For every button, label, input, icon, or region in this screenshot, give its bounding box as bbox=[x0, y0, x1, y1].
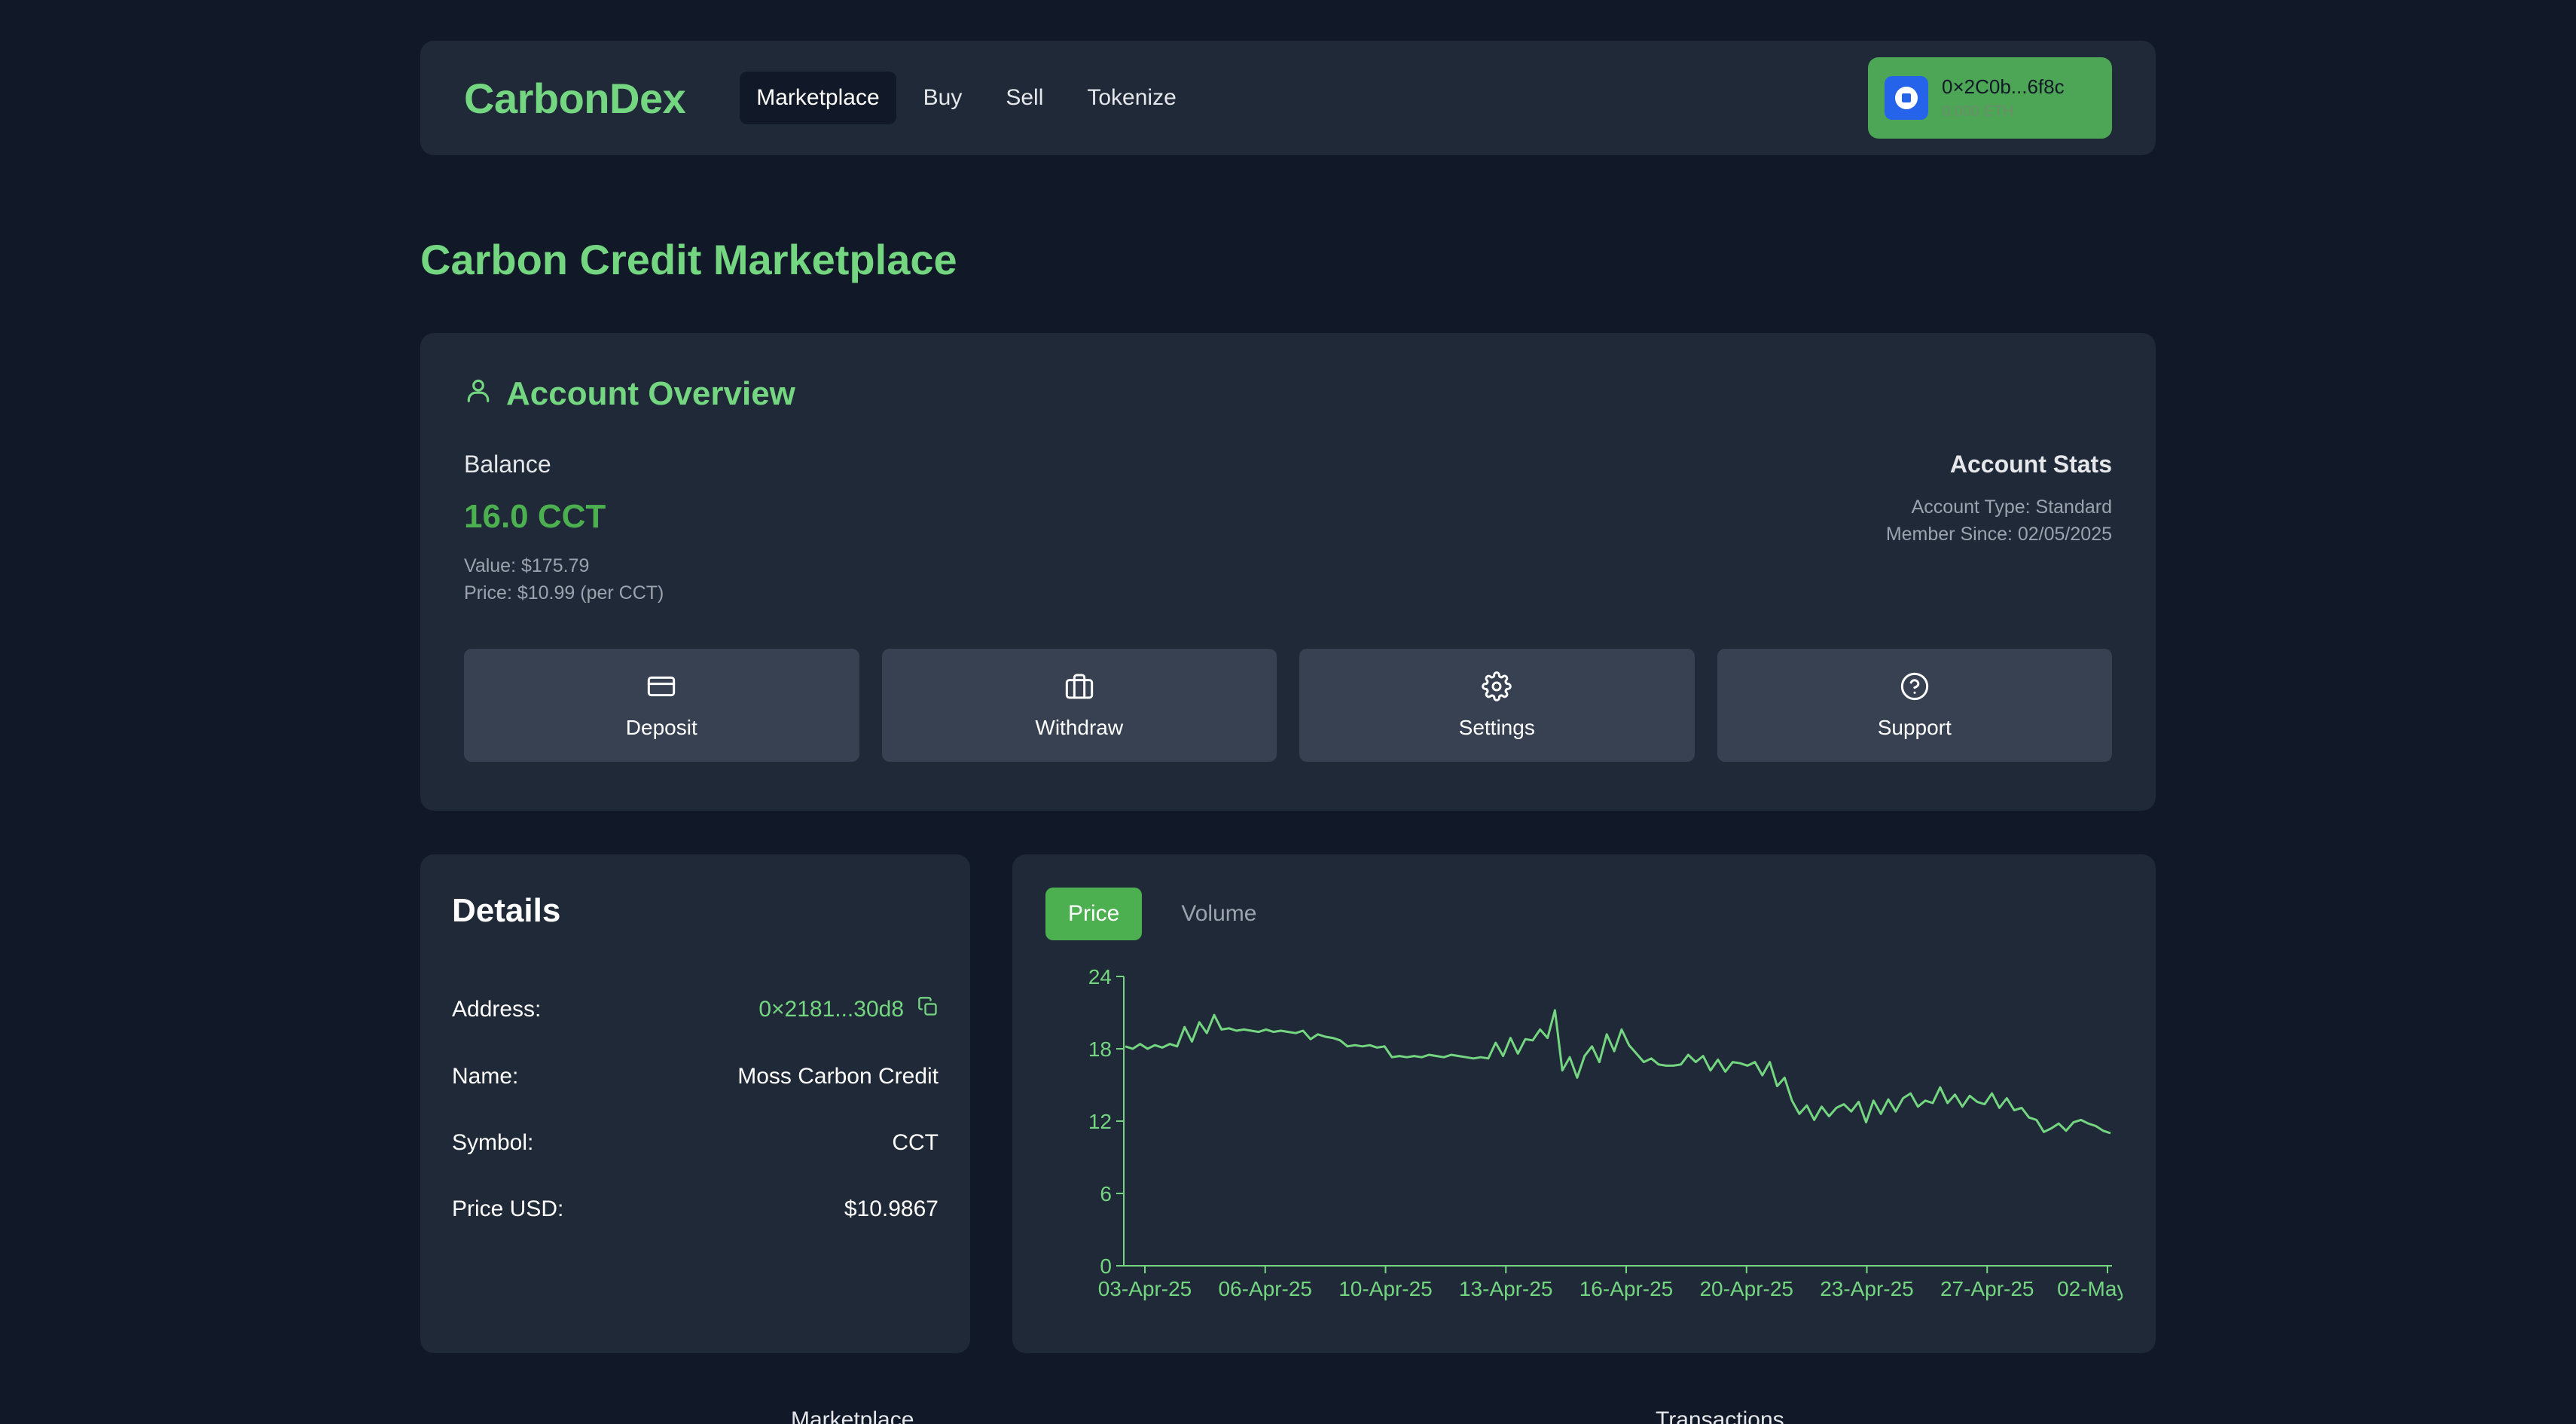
x-tick-label: 27-Apr-25 bbox=[1940, 1277, 2034, 1300]
price-line-chart: 0 6 12 18 24 03-Apr-25 06-Apr-25 10-Apr-25 13-Ap… bbox=[1088, 966, 2123, 1300]
balance-label: Balance bbox=[464, 451, 551, 478]
token-price: Price: $10.99 (per CCT) bbox=[464, 582, 664, 604]
support-label: Support bbox=[1877, 715, 1952, 739]
withdraw-label: Withdraw bbox=[1035, 715, 1124, 739]
balance-value: 16.0 CCT bbox=[464, 498, 606, 535]
y-tick-label: 18 bbox=[1088, 1037, 1112, 1061]
withdraw-button[interactable]: Withdraw bbox=[881, 649, 1277, 762]
settings-label: Settings bbox=[1458, 715, 1535, 739]
page-title: Carbon Credit Marketplace bbox=[420, 236, 957, 283]
account-actions: Deposit Withdraw Settings Support bbox=[464, 649, 2112, 762]
account-overview-card: Account Overview Balance 16.0 CCT Value:… bbox=[420, 333, 2156, 811]
deposit-label: Deposit bbox=[625, 715, 697, 739]
detail-label: Symbol: bbox=[452, 1130, 534, 1155]
x-tick-label: 13-Apr-25 bbox=[1459, 1277, 1553, 1300]
detail-row-address: Address: 0×2181...30d8 bbox=[452, 996, 939, 1023]
detail-row-symbol: Symbol: CCT bbox=[452, 1130, 939, 1156]
x-tick-label: 23-Apr-25 bbox=[1820, 1277, 1914, 1300]
y-tick-label: 24 bbox=[1088, 966, 1112, 989]
app-logo[interactable]: CarbonDex bbox=[464, 74, 686, 123]
tab-volume[interactable]: Volume bbox=[1158, 888, 1279, 940]
copy-icon[interactable] bbox=[917, 996, 939, 1023]
details-title: Details bbox=[452, 892, 561, 929]
wallet-icon bbox=[1885, 76, 1928, 120]
top-navbar: CarbonDex Marketplace Buy Sell Tokenize … bbox=[420, 41, 2156, 155]
detail-value: Moss Carbon Credit bbox=[737, 1064, 939, 1089]
help-circle-icon bbox=[1900, 671, 1930, 705]
support-button[interactable]: Support bbox=[1717, 649, 2112, 762]
x-tick-label: 02-May-25 bbox=[2057, 1277, 2123, 1300]
nav-tokenize[interactable]: Tokenize bbox=[1070, 72, 1192, 124]
nav-sell[interactable]: Sell bbox=[989, 72, 1060, 124]
wallet-info: 0×2C0b...6f8c 0.000 ETH bbox=[1942, 75, 2065, 121]
detail-label: Address: bbox=[452, 997, 542, 1022]
token-details-card: Details Address: 0×2181...30d8 Name: Mos… bbox=[420, 854, 970, 1353]
member-since: Member Since: 02/05/2025 bbox=[1885, 524, 2112, 545]
contract-address: 0×2181...30d8 bbox=[758, 997, 904, 1022]
detail-row-name: Name: Moss Carbon Credit bbox=[452, 1064, 939, 1089]
account-stats-section: Account Stats Account Type: Standard Mem… bbox=[1886, 451, 2112, 607]
balance-usd-value: Value: $175.79 bbox=[464, 555, 590, 576]
account-overview-title: Account Overview bbox=[506, 375, 795, 412]
detail-value: $10.9867 bbox=[844, 1196, 939, 1221]
main-nav: Marketplace Buy Sell Tokenize bbox=[740, 72, 1193, 124]
account-stats-label: Account Stats bbox=[1949, 451, 2112, 478]
detail-label: Price USD: bbox=[452, 1196, 564, 1221]
briefcase-icon bbox=[1064, 671, 1094, 705]
x-tick-label: 06-Apr-25 bbox=[1218, 1277, 1312, 1300]
settings-button[interactable]: Settings bbox=[1299, 649, 1695, 762]
x-tick-label: 20-Apr-25 bbox=[1699, 1277, 1793, 1300]
y-tick-label: 12 bbox=[1088, 1110, 1112, 1133]
wallet-address: 0×2C0b...6f8c bbox=[1942, 75, 2065, 98]
detail-label: Name: bbox=[452, 1064, 519, 1089]
x-tick-label: 16-Apr-25 bbox=[1579, 1277, 1674, 1300]
credit-card-icon bbox=[646, 671, 676, 705]
nav-buy[interactable]: Buy bbox=[907, 72, 979, 124]
chart-tabs: Price Volume bbox=[1045, 888, 2123, 940]
x-tick-label: 03-Apr-25 bbox=[1098, 1277, 1192, 1300]
nav-marketplace[interactable]: Marketplace bbox=[740, 72, 896, 124]
wallet-button[interactable]: 0×2C0b...6f8c 0.000 ETH bbox=[1868, 57, 2112, 139]
price-series-line bbox=[1125, 1009, 2111, 1135]
price-chart-card: Price Volume 0 6 12 18 24 03-Apr-25 06-Apr-25 1… bbox=[1012, 854, 2156, 1353]
account-type: Account Type: Standard bbox=[1911, 497, 2112, 518]
user-icon bbox=[464, 375, 493, 413]
section-heading-marketplace: Marketplace bbox=[791, 1407, 914, 1424]
x-tick-label: 10-Apr-25 bbox=[1338, 1277, 1433, 1300]
deposit-button[interactable]: Deposit bbox=[464, 649, 859, 762]
y-tick-label: 0 bbox=[1100, 1254, 1112, 1278]
wallet-balance: 0.000 ETH bbox=[1942, 103, 2014, 120]
detail-value: CCT bbox=[892, 1130, 939, 1155]
section-heading-transactions: Transactions bbox=[1656, 1407, 1784, 1424]
balance-section: Balance 16.0 CCT Value: $175.79 Price: $… bbox=[464, 451, 664, 607]
detail-row-price: Price USD: $10.9867 bbox=[452, 1196, 939, 1222]
y-tick-label: 6 bbox=[1100, 1182, 1112, 1206]
account-overview-heading: Account Overview bbox=[464, 375, 2112, 413]
gear-icon bbox=[1482, 671, 1512, 705]
tab-price[interactable]: Price bbox=[1045, 888, 1143, 940]
